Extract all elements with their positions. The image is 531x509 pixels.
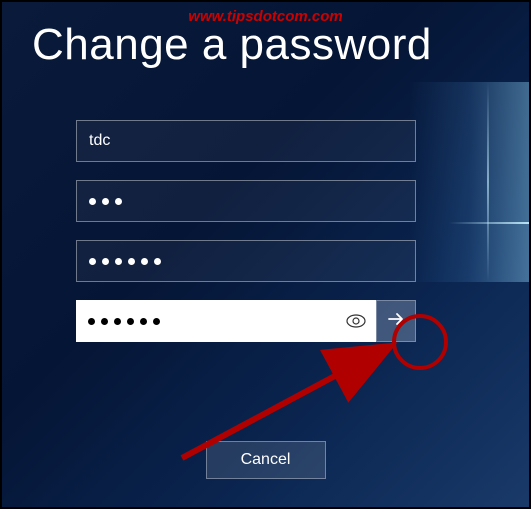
submit-button[interactable]: [376, 300, 416, 342]
cancel-button-label: Cancel: [241, 451, 291, 469]
background-light-v: [487, 82, 489, 282]
old-password-input[interactable]: [76, 180, 416, 222]
reveal-password-icon[interactable]: [346, 314, 366, 328]
arrow-right-icon: [386, 309, 406, 334]
page-title: Change a password: [32, 20, 432, 70]
confirm-password-row: [76, 300, 446, 342]
background-light-h: [449, 222, 529, 224]
cancel-button[interactable]: Cancel: [206, 441, 326, 479]
username-field-wrap: [76, 120, 446, 162]
confirm-password-input[interactable]: [76, 300, 376, 342]
new-password-input[interactable]: [76, 240, 416, 282]
new-password-field-wrap: [76, 240, 446, 282]
username-input[interactable]: [76, 120, 416, 162]
password-form: [76, 120, 446, 360]
old-password-field-wrap: [76, 180, 446, 222]
